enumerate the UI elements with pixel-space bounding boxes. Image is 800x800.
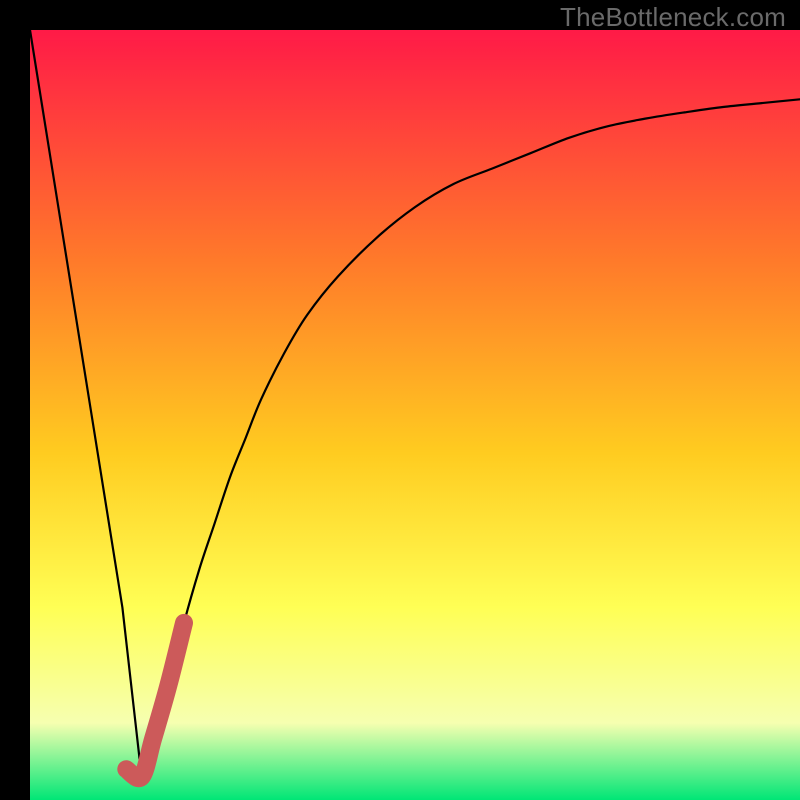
chart-frame: TheBottleneck.com [0,0,800,800]
chart-svg [30,30,800,800]
watermark-text: TheBottleneck.com [560,2,786,33]
plot-area [30,30,800,800]
gradient-background [30,30,800,800]
